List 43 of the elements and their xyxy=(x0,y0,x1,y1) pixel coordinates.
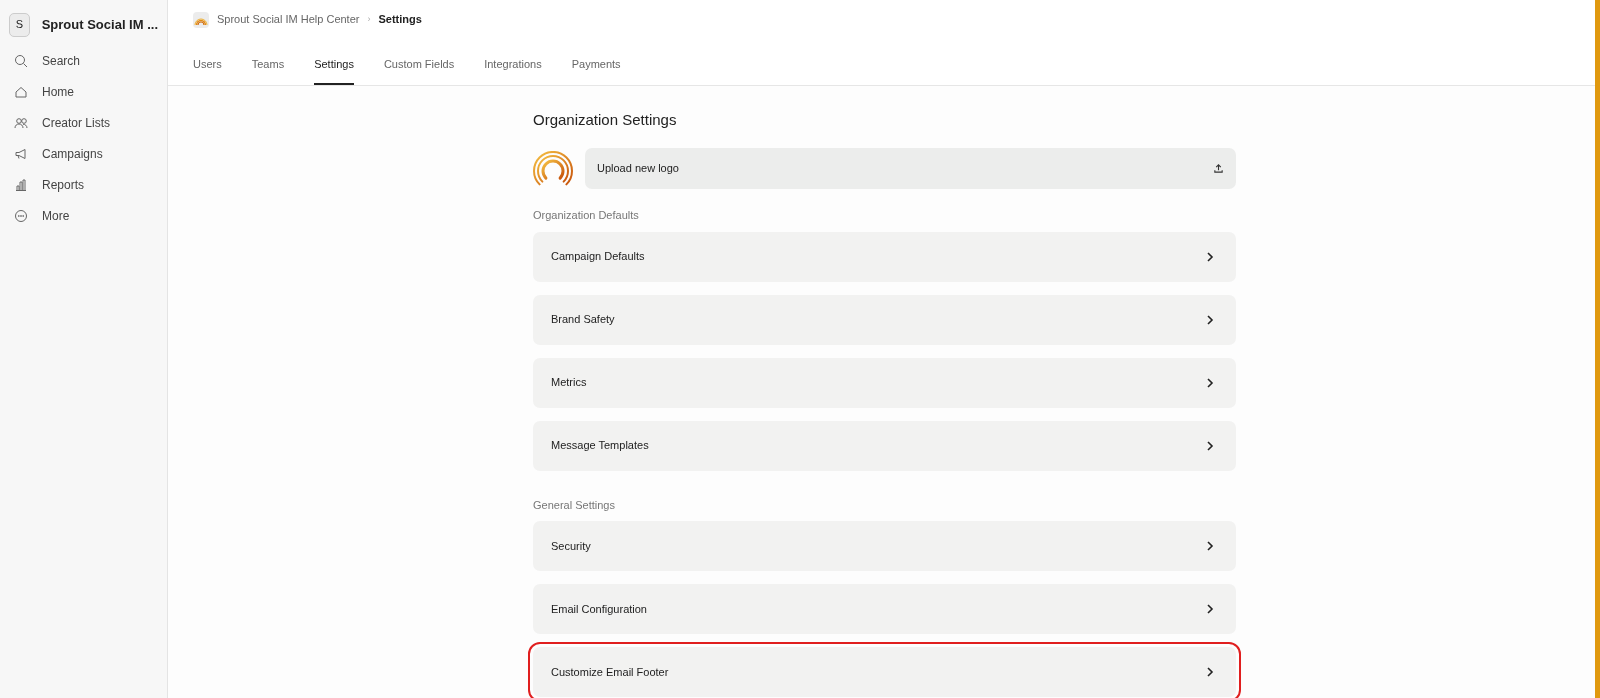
chart-icon xyxy=(14,177,28,192)
workspace-name[interactable]: Sprout Social IM ... xyxy=(41,14,158,35)
sidebar-item[interactable]: Home xyxy=(0,76,167,107)
chevron-right-icon xyxy=(1206,667,1214,677)
settings-row[interactable]: Metrics xyxy=(533,357,1236,408)
sidebar-item[interactable]: Campaigns xyxy=(0,138,167,169)
search-icon xyxy=(14,53,28,68)
settings-row[interactable]: Campaign Defaults xyxy=(533,231,1236,282)
chevron-right-icon xyxy=(1206,541,1214,551)
breadcrumb-current: Settings xyxy=(378,12,422,28)
section-heading: General Settings xyxy=(533,497,616,513)
tab[interactable]: Settings xyxy=(314,53,354,85)
sidebar-item[interactable]: More xyxy=(0,200,167,231)
chevron-right-icon xyxy=(1206,251,1214,262)
settings-row[interactable]: Security xyxy=(533,521,1236,571)
chevron-right-icon xyxy=(1206,440,1214,451)
tab[interactable]: Users xyxy=(193,53,222,85)
settings-row[interactable]: Message Templates xyxy=(533,420,1236,471)
chevron-right-icon xyxy=(1206,377,1214,388)
people-icon xyxy=(14,115,28,130)
tab[interactable]: Integrations xyxy=(484,53,542,85)
settings-row[interactable]: Brand Safety xyxy=(533,294,1236,345)
chevron-right-icon xyxy=(1206,604,1214,614)
section-heading: Organization Defaults xyxy=(533,208,640,223)
sidebar-item[interactable]: Search xyxy=(0,45,167,76)
more-icon xyxy=(14,208,28,223)
organization-logo xyxy=(533,150,573,187)
megaphone-icon xyxy=(14,146,28,161)
logo-icon xyxy=(193,11,209,28)
workspace-avatar[interactable]: S xyxy=(9,12,30,37)
upload-logo-button[interactable]: Upload new logo xyxy=(585,148,1236,189)
upload-icon xyxy=(1213,163,1224,174)
settings-row[interactable]: Email Configuration xyxy=(533,584,1236,634)
chevron-right-icon xyxy=(1206,314,1214,325)
home-icon xyxy=(14,84,28,99)
tab[interactable]: Teams xyxy=(251,53,285,85)
sidebar-item[interactable]: Creator Lists xyxy=(0,107,167,138)
page-title: Organization Settings xyxy=(533,110,678,129)
tab[interactable]: Payments xyxy=(571,53,621,85)
breadcrumb-link[interactable]: Sprout Social IM Help Center xyxy=(217,11,360,28)
sidebar-item[interactable]: Reports xyxy=(0,169,167,200)
tab[interactable]: Custom Fields xyxy=(383,53,455,85)
breadcrumb-separator: › xyxy=(367,12,371,26)
